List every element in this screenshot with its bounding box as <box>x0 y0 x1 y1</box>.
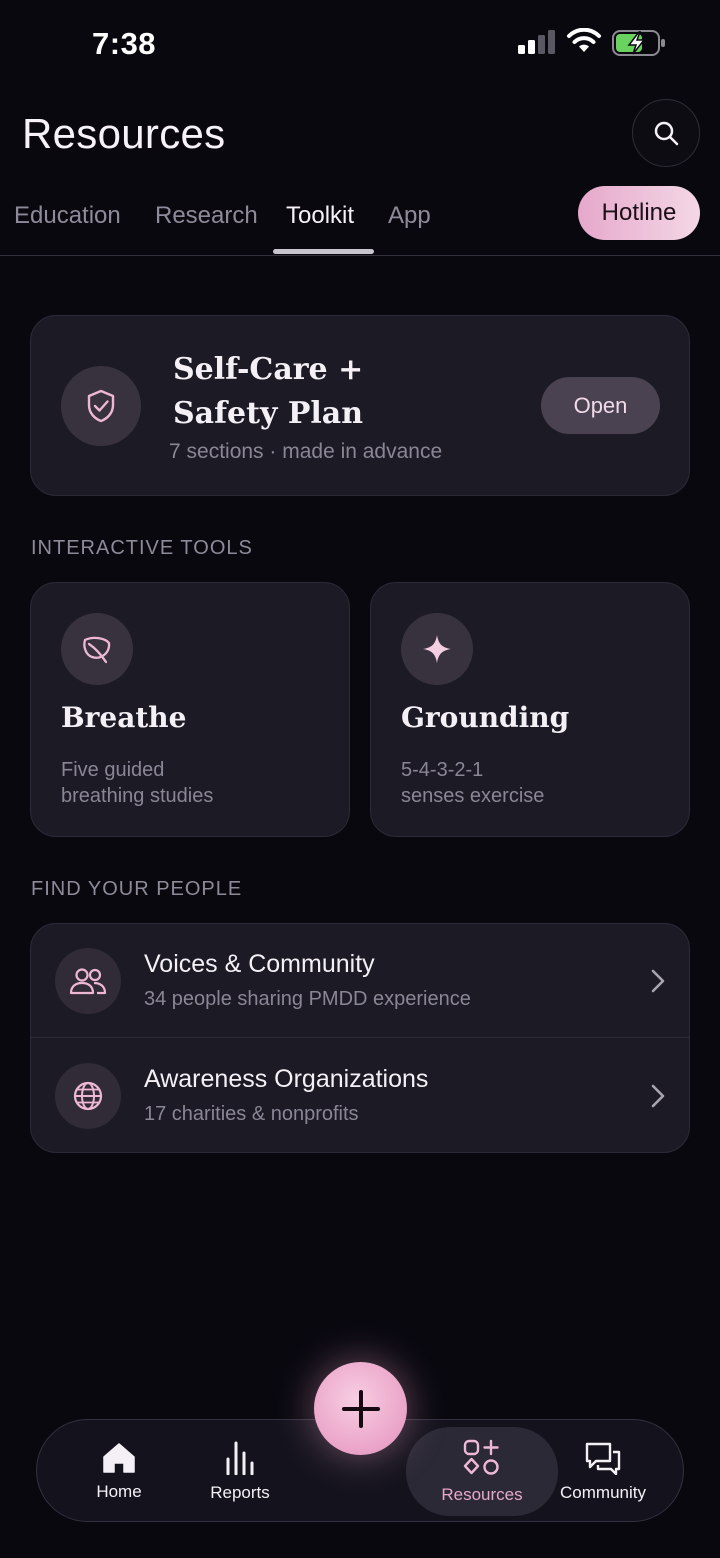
chevron-right-icon <box>651 1084 665 1108</box>
search-button[interactable] <box>632 99 700 167</box>
voices-community-title: Voices & Community <box>144 950 375 978</box>
breathe-title: Breathe <box>61 701 187 734</box>
interactive-tools-heading: INTERACTIVE TOOLS <box>31 537 253 559</box>
breathe-card[interactable]: Breathe Five guided breathing studies <box>30 582 350 837</box>
find-people-list: Voices & Community 34 people sharing PMD… <box>30 923 690 1153</box>
tab-toolkit[interactable]: Toolkit <box>286 202 354 230</box>
status-bar: 7:38 <box>0 0 720 90</box>
safety-plan-card[interactable]: Self-Care + Safety Plan 7 sections · mad… <box>30 315 690 496</box>
safety-plan-title: Self-Care + Safety Plan <box>173 352 364 431</box>
nav-community[interactable]: Community <box>553 1420 653 1523</box>
voices-community-row[interactable]: Voices & Community 34 people sharing PMD… <box>31 924 689 1038</box>
plus-icon <box>341 1389 380 1428</box>
open-safety-plan-button[interactable]: Open <box>541 377 660 434</box>
nav-home-label: Home <box>96 1481 142 1501</box>
grounding-description: 5-4-3-2-1 senses exercise <box>401 757 544 809</box>
breathe-desc-line2: breathing studies <box>61 785 214 807</box>
find-your-people-heading: FIND YOUR PEOPLE <box>31 878 243 900</box>
awareness-organizations-subtitle: 17 charities & nonprofits <box>144 1103 359 1125</box>
shield-check-icon <box>87 389 115 423</box>
sparkle-icon <box>423 635 451 663</box>
grounding-desc-line2: senses exercise <box>401 785 545 807</box>
grounding-title: Grounding <box>401 701 570 734</box>
bar-chart-icon <box>226 1441 254 1475</box>
safety-plan-subtitle: 7 sections · made in advance <box>169 440 443 463</box>
breathe-desc-line1: Five guided <box>61 759 165 781</box>
nav-home[interactable]: Home <box>69 1420 169 1523</box>
cellular-signal-icon <box>518 30 555 54</box>
grounding-icon-wrap <box>401 613 473 685</box>
status-time: 7:38 <box>92 26 157 61</box>
chat-icon <box>585 1442 621 1475</box>
nav-resources-label: Resources <box>441 1484 523 1504</box>
tab-bar: Education Research Toolkit App Hotline <box>0 186 720 256</box>
awareness-organizations-row[interactable]: Awareness Organizations 17 charities & n… <box>31 1039 689 1153</box>
page-title: Resources <box>22 110 226 157</box>
nav-reports[interactable]: Reports <box>190 1420 290 1523</box>
battery-charging-icon <box>612 30 665 56</box>
voices-community-subtitle: 34 people sharing PMDD experience <box>144 988 471 1010</box>
chevron-right-icon <box>651 969 665 993</box>
globe-icon <box>73 1081 103 1111</box>
nav-resources[interactable]: Resources <box>406 1427 558 1516</box>
hotline-button[interactable]: Hotline <box>578 186 700 240</box>
active-tab-indicator <box>273 249 374 254</box>
safety-plan-icon-wrap <box>61 366 141 446</box>
people-icon-wrap <box>55 948 121 1014</box>
add-entry-button[interactable] <box>314 1362 407 1455</box>
nav-community-label: Community <box>560 1482 646 1502</box>
people-icon <box>69 968 107 995</box>
shapes-icon <box>463 1439 499 1475</box>
grounding-card[interactable]: Grounding 5-4-3-2-1 senses exercise <box>370 582 690 837</box>
tab-research[interactable]: Research <box>155 202 258 230</box>
breathe-icon-wrap <box>61 613 133 685</box>
leaf-icon <box>83 636 111 664</box>
home-icon <box>103 1442 135 1473</box>
search-icon <box>654 121 679 146</box>
awareness-organizations-title: Awareness Organizations <box>144 1065 429 1093</box>
grounding-desc-line1: 5-4-3-2-1 <box>401 759 484 781</box>
wifi-icon <box>567 28 601 52</box>
nav-reports-label: Reports <box>210 1482 270 1502</box>
tab-app[interactable]: App <box>388 202 431 230</box>
breathe-description: Five guided breathing studies <box>61 757 213 809</box>
globe-icon-wrap <box>55 1063 121 1129</box>
tab-education[interactable]: Education <box>14 202 121 230</box>
